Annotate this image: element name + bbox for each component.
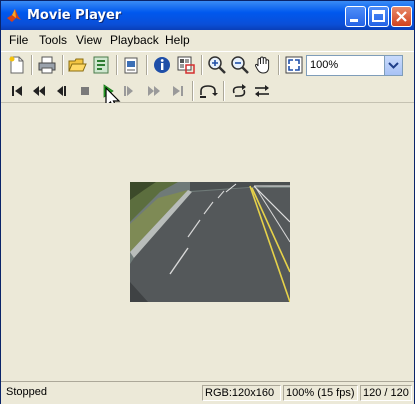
title-bar[interactable]: Movie Player	[1, 1, 414, 30]
rewind-icon[interactable]	[29, 81, 49, 101]
zoom-select[interactable]: 100%	[306, 55, 403, 76]
maximize-icon	[372, 10, 385, 22]
export-icon[interactable]	[91, 55, 111, 75]
info-icon[interactable]	[152, 55, 172, 75]
status-bar: Stopped RGB:120x160 100% (15 fps) 120 / …	[1, 381, 414, 404]
video-display-area	[1, 103, 414, 380]
image-info-cell: RGB:120x160	[202, 385, 281, 401]
main-toolbar: 100%	[1, 51, 414, 81]
menu-bar: File Tools View Playback Help	[1, 30, 414, 50]
fit-window-icon[interactable]	[284, 55, 304, 75]
go-to-first-icon[interactable]	[7, 81, 27, 101]
video-frame	[130, 182, 290, 302]
minimize-button[interactable]	[345, 6, 366, 27]
step-back-icon[interactable]	[51, 81, 71, 101]
menu-playback[interactable]: Playback	[110, 33, 159, 47]
window-title: Movie Player	[27, 8, 122, 23]
menu-view[interactable]: View	[76, 33, 102, 47]
close-icon	[396, 11, 407, 22]
loop-icon[interactable]	[229, 81, 249, 101]
pixel-region-icon[interactable]	[176, 55, 196, 75]
frame-counter-cell: 120 / 120	[360, 385, 412, 401]
matlab-logo-icon	[7, 9, 21, 22]
maximize-button[interactable]	[368, 6, 389, 27]
zoom-value: 100%	[310, 59, 339, 71]
menu-help[interactable]: Help	[165, 33, 190, 47]
chevron-down-icon	[388, 62, 399, 69]
playback-toolbar	[1, 80, 414, 197]
movie-player-window: Movie Player File Tools View Playback He…	[0, 0, 415, 404]
menu-file[interactable]: File	[9, 33, 28, 47]
menu-tools[interactable]: Tools	[39, 33, 67, 47]
fast-forward-icon[interactable]	[144, 81, 164, 101]
autoreverse-icon[interactable]	[252, 81, 272, 101]
go-to-last-icon[interactable]	[168, 81, 188, 101]
jump-to-icon[interactable]	[198, 81, 218, 101]
open-folder-icon[interactable]	[67, 55, 87, 75]
stop-icon[interactable]	[75, 81, 95, 101]
frame-rate-cell: 100% (15 fps)	[283, 385, 358, 401]
close-button[interactable]	[391, 6, 412, 27]
snapshot-icon[interactable]	[121, 55, 141, 75]
minimize-icon	[350, 19, 358, 22]
print-icon[interactable]	[37, 55, 57, 75]
pan-hand-icon[interactable]	[253, 55, 273, 75]
zoom-in-icon[interactable]	[207, 55, 227, 75]
new-figure-icon[interactable]	[7, 55, 27, 75]
zoom-dropdown-button[interactable]	[384, 56, 402, 75]
playback-state: Stopped	[6, 386, 47, 398]
zoom-out-icon[interactable]	[230, 55, 250, 75]
